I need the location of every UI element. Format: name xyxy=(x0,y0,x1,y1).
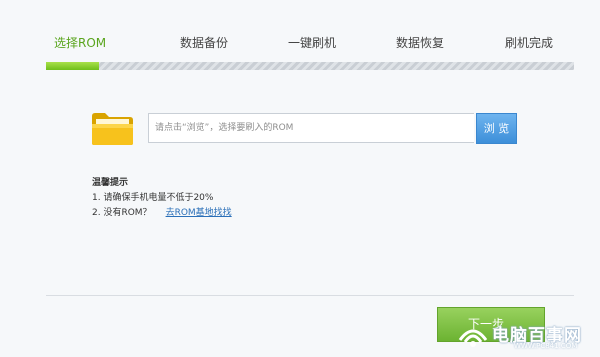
step-bar: 选择ROM 数据备份 一键刷机 数据恢复 刷机完成 xyxy=(0,34,600,54)
rom-base-link[interactable]: 去ROM基地找找 xyxy=(166,208,232,218)
footer-divider xyxy=(46,295,574,296)
tip-no-rom-text: 2. 没有ROM？ xyxy=(92,208,152,218)
step-data-restore: 数据恢复 xyxy=(396,36,445,50)
progress-bar xyxy=(46,62,574,70)
watermark-url: WWW.PC841.COM xyxy=(514,342,578,350)
folder-icon xyxy=(92,113,133,145)
step-one-click-flash: 一键刷机 xyxy=(288,36,337,50)
tip-battery: 1. 请确保手机电量不低于20% xyxy=(92,193,214,203)
step-flash-complete: 刷机完成 xyxy=(505,36,554,50)
tip-no-rom: 2. 没有ROM？ 去ROM基地找找 xyxy=(92,206,232,221)
tips-section: 温馨提示 1. 请确保手机电量不低于20% 2. 没有ROM？ 去ROM基地找找 xyxy=(92,176,232,221)
next-step-button[interactable]: 下一步 xyxy=(437,307,545,342)
step-data-backup: 数据备份 xyxy=(180,36,229,50)
step-select-rom: 选择ROM xyxy=(54,36,107,50)
rom-path-input[interactable] xyxy=(148,113,474,143)
tips-title: 温馨提示 xyxy=(92,178,129,188)
progress-fill xyxy=(46,62,99,70)
browse-button[interactable]: 浏 览 xyxy=(476,113,517,144)
